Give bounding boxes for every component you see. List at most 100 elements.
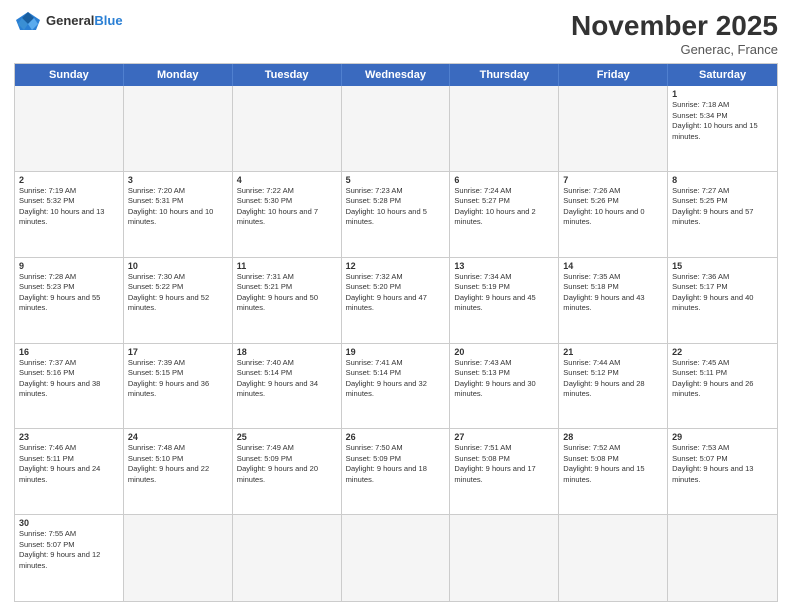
- cell-4-3: 26Sunrise: 7:50 AMSunset: 5:09 PMDayligh…: [342, 429, 451, 514]
- cell-1-2: 4Sunrise: 7:22 AMSunset: 5:30 PMDaylight…: [233, 172, 342, 257]
- cell-1-1: 3Sunrise: 7:20 AMSunset: 5:31 PMDaylight…: [124, 172, 233, 257]
- cell-info: Sunrise: 7:37 AMSunset: 5:16 PMDaylight:…: [19, 358, 119, 400]
- cell-info: Sunrise: 7:23 AMSunset: 5:28 PMDaylight:…: [346, 186, 446, 228]
- logo-icon: [14, 10, 42, 32]
- title-block: November 2025 Generac, France: [571, 10, 778, 57]
- header-tuesday: Tuesday: [233, 64, 342, 86]
- day-number: 14: [563, 261, 663, 271]
- cell-info: Sunrise: 7:39 AMSunset: 5:15 PMDaylight:…: [128, 358, 228, 400]
- cell-0-5: [559, 86, 668, 171]
- cell-info: Sunrise: 7:43 AMSunset: 5:13 PMDaylight:…: [454, 358, 554, 400]
- day-number: 18: [237, 347, 337, 357]
- cell-3-4: 20Sunrise: 7:43 AMSunset: 5:13 PMDayligh…: [450, 344, 559, 429]
- cell-3-1: 17Sunrise: 7:39 AMSunset: 5:15 PMDayligh…: [124, 344, 233, 429]
- cell-info: Sunrise: 7:51 AMSunset: 5:08 PMDaylight:…: [454, 443, 554, 485]
- week-row-4: 23Sunrise: 7:46 AMSunset: 5:11 PMDayligh…: [15, 429, 777, 515]
- cell-info: Sunrise: 7:45 AMSunset: 5:11 PMDaylight:…: [672, 358, 773, 400]
- day-number: 20: [454, 347, 554, 357]
- calendar-body: 1Sunrise: 7:18 AMSunset: 5:34 PMDaylight…: [15, 86, 777, 601]
- header-wednesday: Wednesday: [342, 64, 451, 86]
- header-thursday: Thursday: [450, 64, 559, 86]
- day-number: 22: [672, 347, 773, 357]
- cell-2-2: 11Sunrise: 7:31 AMSunset: 5:21 PMDayligh…: [233, 258, 342, 343]
- cell-info: Sunrise: 7:34 AMSunset: 5:19 PMDaylight:…: [454, 272, 554, 314]
- cell-info: Sunrise: 7:19 AMSunset: 5:32 PMDaylight:…: [19, 186, 119, 228]
- header-sunday: Sunday: [15, 64, 124, 86]
- cell-0-4: [450, 86, 559, 171]
- cell-2-3: 12Sunrise: 7:32 AMSunset: 5:20 PMDayligh…: [342, 258, 451, 343]
- day-number: 13: [454, 261, 554, 271]
- cell-info: Sunrise: 7:49 AMSunset: 5:09 PMDaylight:…: [237, 443, 337, 485]
- day-number: 23: [19, 432, 119, 442]
- week-row-2: 9Sunrise: 7:28 AMSunset: 5:23 PMDaylight…: [15, 258, 777, 344]
- cell-4-4: 27Sunrise: 7:51 AMSunset: 5:08 PMDayligh…: [450, 429, 559, 514]
- calendar: Sunday Monday Tuesday Wednesday Thursday…: [14, 63, 778, 602]
- day-number: 29: [672, 432, 773, 442]
- cell-2-0: 9Sunrise: 7:28 AMSunset: 5:23 PMDaylight…: [15, 258, 124, 343]
- cell-5-0: 30Sunrise: 7:55 AMSunset: 5:07 PMDayligh…: [15, 515, 124, 601]
- cell-2-1: 10Sunrise: 7:30 AMSunset: 5:22 PMDayligh…: [124, 258, 233, 343]
- cell-0-3: [342, 86, 451, 171]
- cell-info: Sunrise: 7:18 AMSunset: 5:34 PMDaylight:…: [672, 100, 773, 142]
- day-number: 2: [19, 175, 119, 185]
- cell-3-6: 22Sunrise: 7:45 AMSunset: 5:11 PMDayligh…: [668, 344, 777, 429]
- cell-info: Sunrise: 7:32 AMSunset: 5:20 PMDaylight:…: [346, 272, 446, 314]
- cell-1-4: 6Sunrise: 7:24 AMSunset: 5:27 PMDaylight…: [450, 172, 559, 257]
- cell-5-3: [342, 515, 451, 601]
- day-number: 3: [128, 175, 228, 185]
- month-title: November 2025: [571, 10, 778, 42]
- cell-2-5: 14Sunrise: 7:35 AMSunset: 5:18 PMDayligh…: [559, 258, 668, 343]
- day-number: 8: [672, 175, 773, 185]
- cell-1-5: 7Sunrise: 7:26 AMSunset: 5:26 PMDaylight…: [559, 172, 668, 257]
- header-saturday: Saturday: [668, 64, 777, 86]
- day-number: 4: [237, 175, 337, 185]
- week-row-3: 16Sunrise: 7:37 AMSunset: 5:16 PMDayligh…: [15, 344, 777, 430]
- day-number: 15: [672, 261, 773, 271]
- cell-4-1: 24Sunrise: 7:48 AMSunset: 5:10 PMDayligh…: [124, 429, 233, 514]
- cell-info: Sunrise: 7:31 AMSunset: 5:21 PMDaylight:…: [237, 272, 337, 314]
- cell-info: Sunrise: 7:36 AMSunset: 5:17 PMDaylight:…: [672, 272, 773, 314]
- day-number: 19: [346, 347, 446, 357]
- cell-0-2: [233, 86, 342, 171]
- header-monday: Monday: [124, 64, 233, 86]
- day-number: 5: [346, 175, 446, 185]
- cell-3-3: 19Sunrise: 7:41 AMSunset: 5:14 PMDayligh…: [342, 344, 451, 429]
- logo: GeneralBlue: [14, 10, 123, 32]
- cell-info: Sunrise: 7:27 AMSunset: 5:25 PMDaylight:…: [672, 186, 773, 228]
- cell-5-6: [668, 515, 777, 601]
- cell-2-4: 13Sunrise: 7:34 AMSunset: 5:19 PMDayligh…: [450, 258, 559, 343]
- cell-info: Sunrise: 7:26 AMSunset: 5:26 PMDaylight:…: [563, 186, 663, 228]
- cell-5-4: [450, 515, 559, 601]
- cell-info: Sunrise: 7:50 AMSunset: 5:09 PMDaylight:…: [346, 443, 446, 485]
- header-friday: Friday: [559, 64, 668, 86]
- cell-info: Sunrise: 7:20 AMSunset: 5:31 PMDaylight:…: [128, 186, 228, 228]
- calendar-header: Sunday Monday Tuesday Wednesday Thursday…: [15, 64, 777, 86]
- cell-info: Sunrise: 7:53 AMSunset: 5:07 PMDaylight:…: [672, 443, 773, 485]
- day-number: 24: [128, 432, 228, 442]
- cell-info: Sunrise: 7:28 AMSunset: 5:23 PMDaylight:…: [19, 272, 119, 314]
- cell-5-1: [124, 515, 233, 601]
- cell-info: Sunrise: 7:55 AMSunset: 5:07 PMDaylight:…: [19, 529, 119, 571]
- cell-info: Sunrise: 7:35 AMSunset: 5:18 PMDaylight:…: [563, 272, 663, 314]
- logo-general: GeneralBlue: [46, 14, 123, 28]
- day-number: 25: [237, 432, 337, 442]
- page: GeneralBlue November 2025 Generac, Franc…: [0, 0, 792, 612]
- header: GeneralBlue November 2025 Generac, Franc…: [14, 10, 778, 57]
- cell-1-3: 5Sunrise: 7:23 AMSunset: 5:28 PMDaylight…: [342, 172, 451, 257]
- cell-5-5: [559, 515, 668, 601]
- cell-1-6: 8Sunrise: 7:27 AMSunset: 5:25 PMDaylight…: [668, 172, 777, 257]
- logo-text: GeneralBlue: [46, 14, 123, 28]
- cell-info: Sunrise: 7:30 AMSunset: 5:22 PMDaylight:…: [128, 272, 228, 314]
- cell-info: Sunrise: 7:52 AMSunset: 5:08 PMDaylight:…: [563, 443, 663, 485]
- day-number: 30: [19, 518, 119, 528]
- cell-info: Sunrise: 7:46 AMSunset: 5:11 PMDaylight:…: [19, 443, 119, 485]
- cell-1-0: 2Sunrise: 7:19 AMSunset: 5:32 PMDaylight…: [15, 172, 124, 257]
- day-number: 7: [563, 175, 663, 185]
- cell-4-5: 28Sunrise: 7:52 AMSunset: 5:08 PMDayligh…: [559, 429, 668, 514]
- location: Generac, France: [571, 42, 778, 57]
- day-number: 21: [563, 347, 663, 357]
- day-number: 12: [346, 261, 446, 271]
- week-row-0: 1Sunrise: 7:18 AMSunset: 5:34 PMDaylight…: [15, 86, 777, 172]
- day-number: 10: [128, 261, 228, 271]
- week-row-5: 30Sunrise: 7:55 AMSunset: 5:07 PMDayligh…: [15, 515, 777, 601]
